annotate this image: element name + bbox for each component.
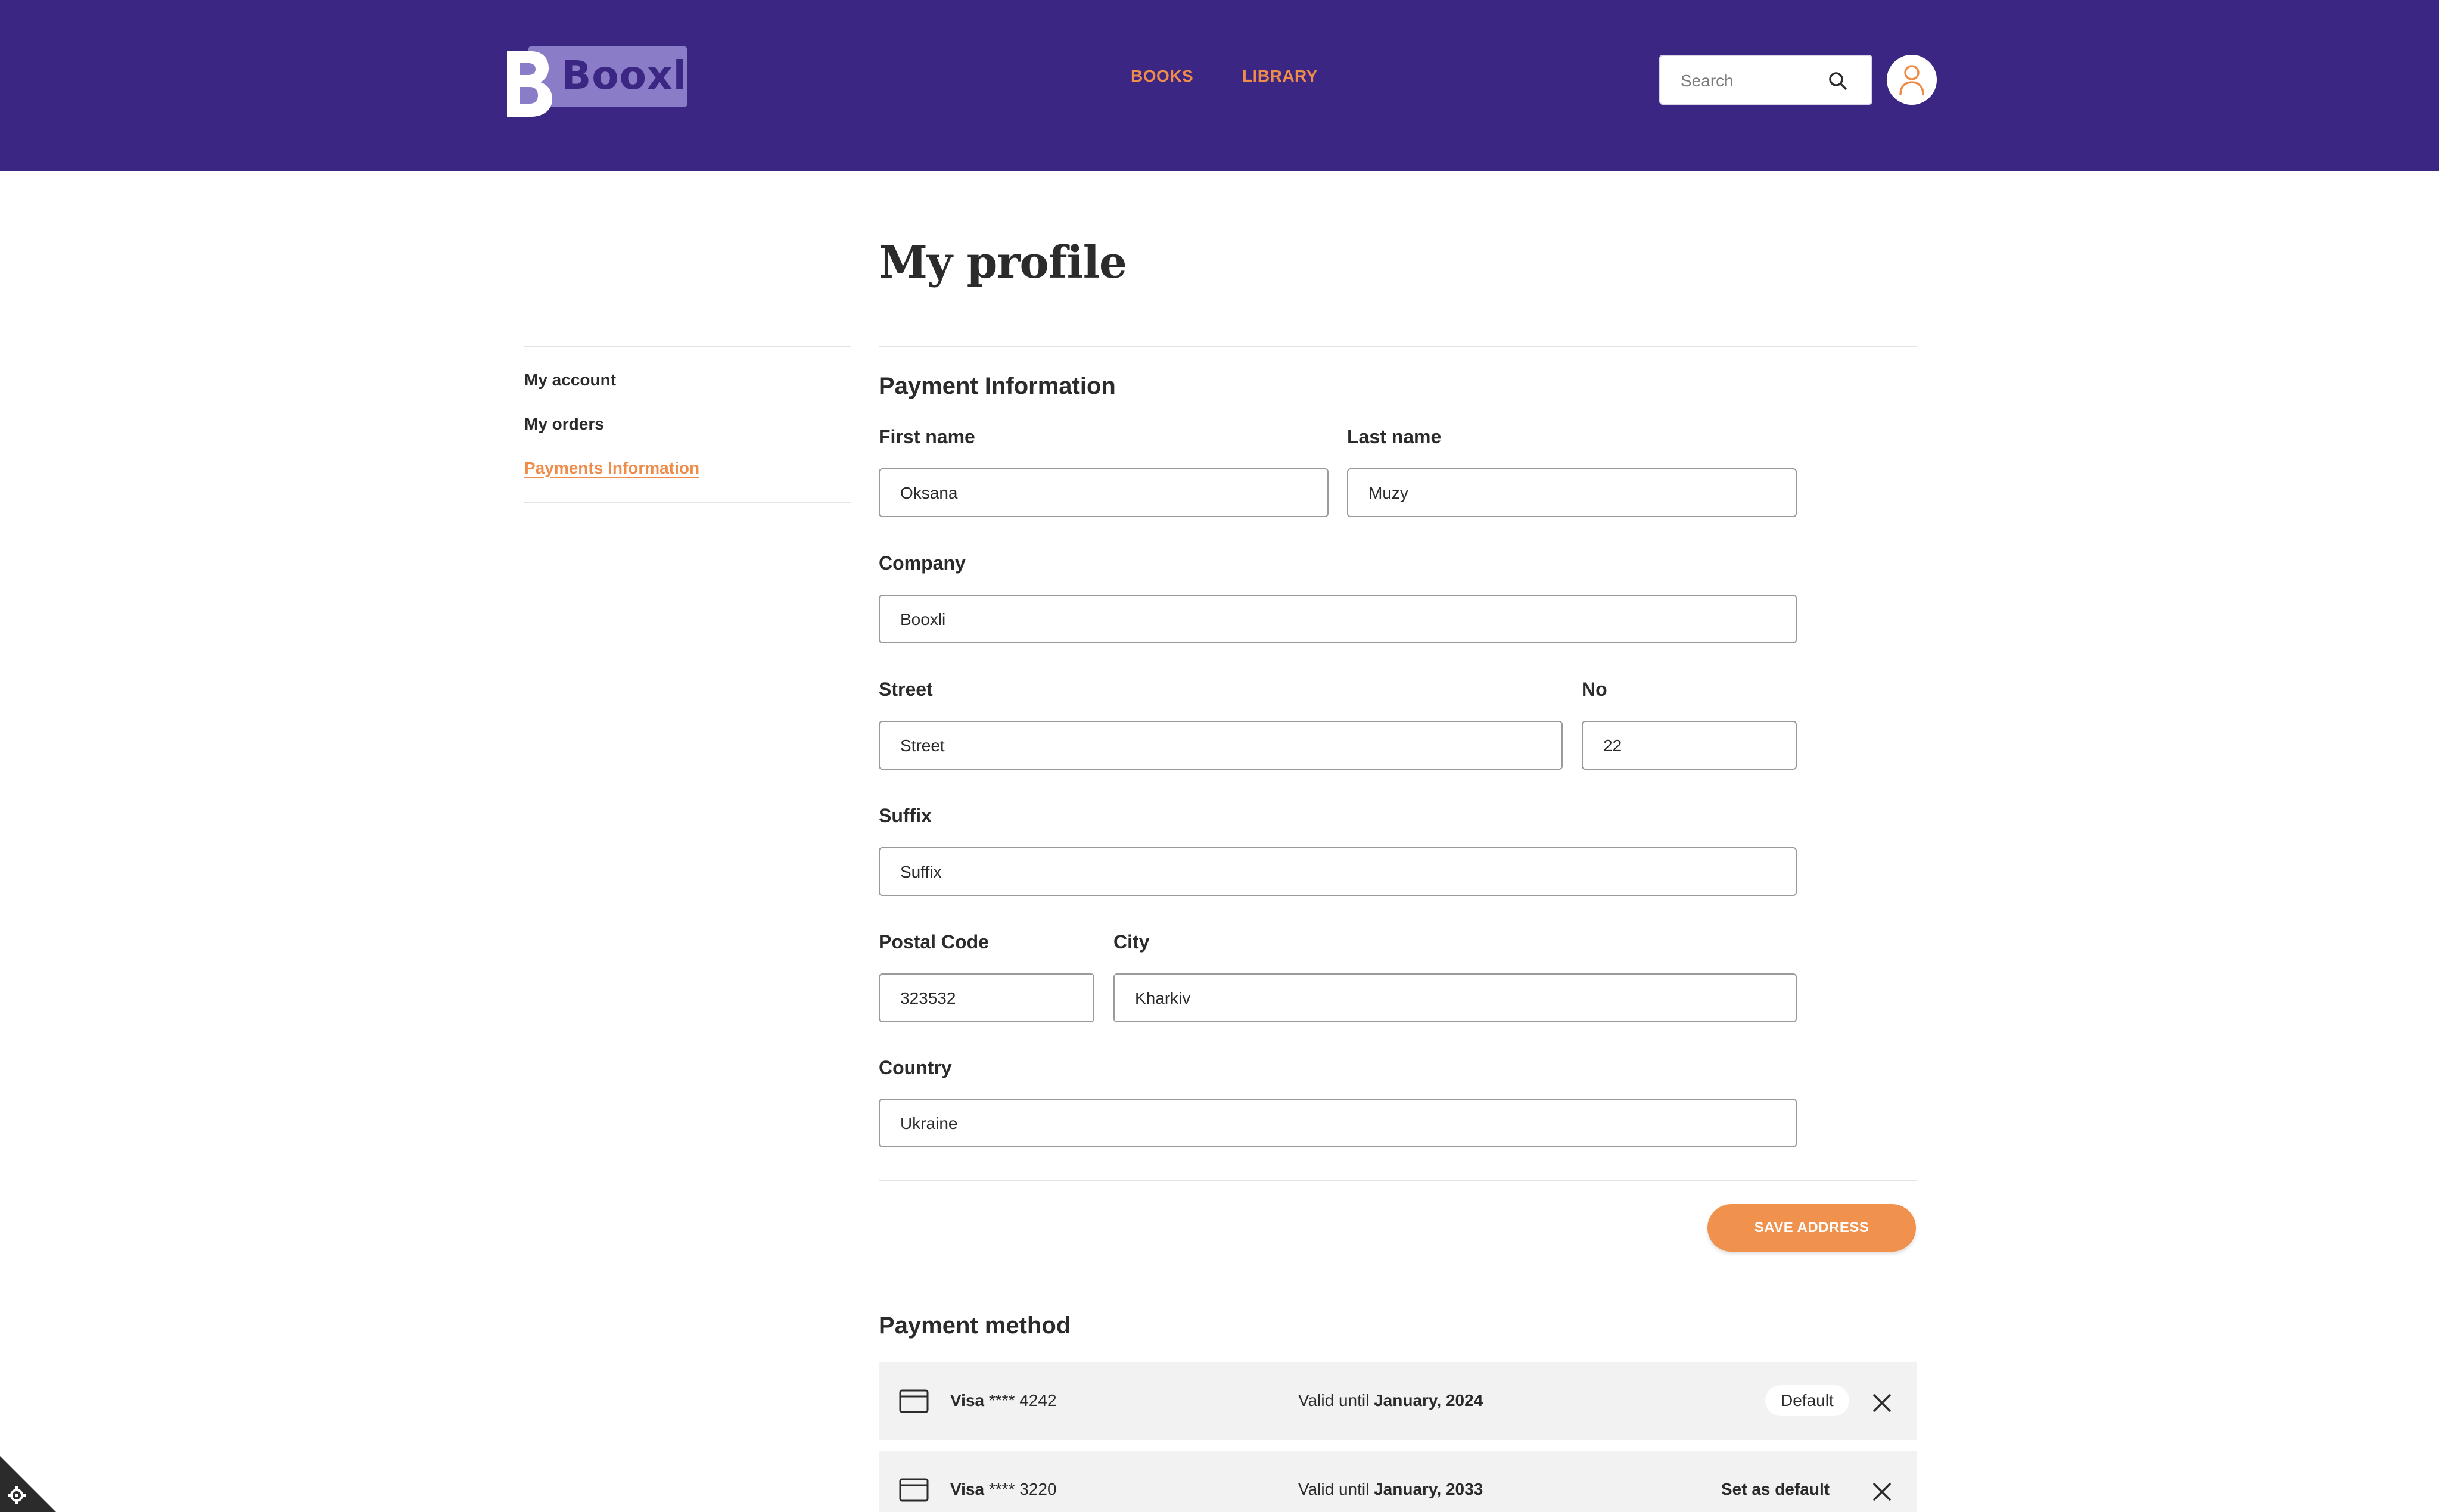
user-icon [1899,65,1924,95]
suffix-field[interactable] [879,847,1797,896]
postal-code-field[interactable] [879,973,1094,1022]
company-label: Company [879,552,966,574]
postal-code-label: Postal Code [879,931,989,953]
card-masked-number: **** 4242 [988,1391,1057,1410]
default-badge: Default [1765,1385,1849,1416]
logo-text: Booxli [561,52,701,98]
booxli-logo[interactable]: Booxli [505,46,701,118]
card-number: Visa **** 3220 [950,1480,1057,1499]
logo-b-icon [507,51,552,117]
search-icon[interactable] [1826,69,1850,93]
valid-until-label: Valid until [1298,1480,1370,1498]
card-validity: Valid until January, 2024 [1298,1391,1483,1410]
cookie-settings-button[interactable] [0,1456,56,1512]
company-field[interactable] [879,595,1797,643]
first-name-field[interactable] [879,468,1329,517]
postal-code-input[interactable] [900,988,1078,1009]
suffix-input[interactable] [900,861,1780,883]
street-input[interactable] [900,735,1546,757]
card-brand: Visa [950,1480,985,1498]
city-input[interactable] [1135,988,1780,1009]
save-address-button[interactable]: SAVE ADDRESS [1707,1204,1916,1252]
last-name-label: Last name [1347,426,1442,447]
credit-card-icon [899,1389,929,1413]
page-title: My profile [879,237,1127,288]
sidebar-divider-bottom [524,502,851,503]
payment-method-row: Visa **** 3220 Valid until January, 2033… [879,1451,1917,1512]
country-input[interactable] [900,1113,1780,1134]
main-divider-top [879,346,1917,347]
close-icon[interactable] [1871,1481,1893,1502]
valid-until-label: Valid until [1298,1391,1370,1410]
payment-method-title: Payment method [879,1312,1071,1339]
card-brand: Visa [950,1391,985,1410]
sidebar-divider-top [524,346,851,347]
set-as-default-button[interactable]: Set as default [1721,1480,1830,1499]
suffix-label: Suffix [879,805,932,826]
nav-books-link[interactable]: BOOKS [1131,67,1193,86]
sidebar-item-my-account[interactable]: My account [524,371,616,390]
house-number-label: No [1582,679,1607,700]
country-label: Country [879,1057,952,1078]
valid-until-date: January, 2024 [1374,1391,1483,1410]
last-name-input[interactable] [1368,483,1780,504]
house-number-field[interactable] [1582,721,1797,770]
card-validity: Valid until January, 2033 [1298,1480,1483,1499]
card-number: Visa **** 4242 [950,1391,1057,1410]
payment-information-title: Payment Information [879,373,1116,399]
city-field[interactable] [1113,973,1797,1022]
first-name-label: First name [879,426,975,447]
search-input[interactable] [1681,70,1824,92]
last-name-field[interactable] [1347,468,1797,517]
company-input[interactable] [900,609,1780,630]
user-avatar-button[interactable] [1887,55,1937,105]
city-label: City [1113,931,1150,953]
credit-card-icon [899,1478,929,1502]
close-icon[interactable] [1871,1392,1893,1414]
street-label: Street [879,679,933,700]
sidebar-item-my-orders[interactable]: My orders [524,415,604,434]
nav-library-link[interactable]: LIBRARY [1242,67,1318,86]
first-name-input[interactable] [900,483,1312,504]
form-divider [879,1180,1917,1181]
search-box[interactable] [1659,55,1872,105]
sidebar-item-payments-information[interactable]: Payments Information [524,459,699,478]
street-field[interactable] [879,721,1563,770]
top-header: Booxli BOOKS LIBRARY [0,0,2439,171]
country-field[interactable] [879,1099,1797,1147]
valid-until-date: January, 2033 [1374,1480,1483,1498]
payment-method-row: Visa **** 4242 Valid until January, 2024… [879,1362,1917,1440]
house-number-input[interactable] [1603,735,1780,757]
card-masked-number: **** 3220 [988,1480,1057,1498]
